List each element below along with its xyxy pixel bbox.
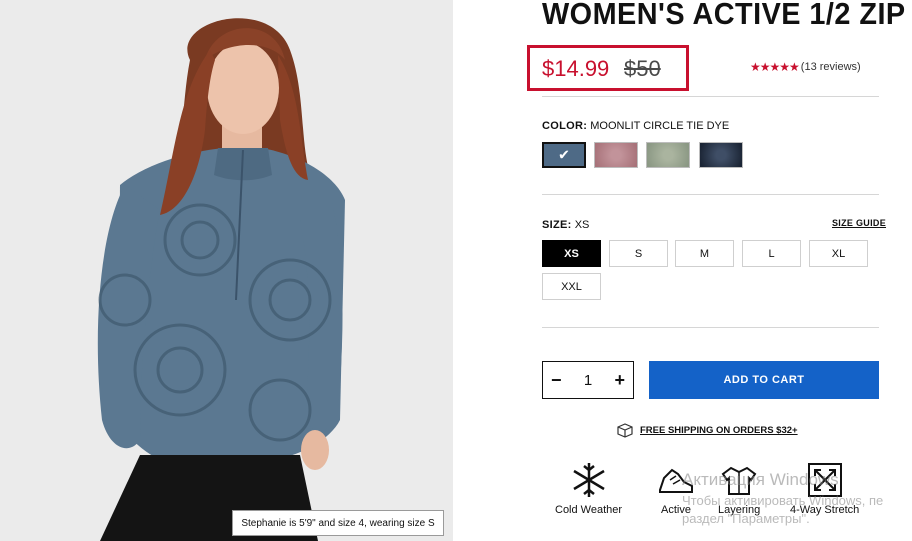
size-label-key: SIZE:	[542, 219, 572, 231]
original-price: $50	[624, 56, 661, 81]
feature-label: Layering	[718, 504, 761, 516]
feature-label: 4-Way Stretch	[790, 504, 860, 516]
size-option-s[interactable]: S	[609, 240, 668, 267]
product-title: WOMEN'S ACTIVE 1/2 ZIP	[542, 0, 906, 31]
check-icon: ✔	[558, 146, 570, 163]
jacket-icon	[721, 466, 757, 495]
snowflake-icon	[572, 463, 605, 497]
feature-label: Active	[661, 504, 691, 516]
size-value: XS	[574, 219, 590, 231]
color-swatch-2[interactable]	[594, 142, 638, 168]
feature-cold-weather: Cold Weather	[555, 460, 622, 516]
quantity-value[interactable]: 1	[584, 372, 592, 389]
free-shipping-link[interactable]: FREE SHIPPING ON ORDERS $32+	[616, 422, 798, 438]
color-value: MOONLIT CIRCLE TIE DYE	[590, 120, 730, 132]
model-photo	[97, 18, 345, 541]
sale-price: $14.99	[542, 56, 610, 81]
feature-4-way-stretch: 4-Way Stretch	[790, 460, 859, 516]
color-label: COLOR: MOONLIT CIRCLE TIE DYE	[542, 120, 729, 132]
color-swatch-moonlit-circle-tie-dye[interactable]: ✔	[542, 142, 586, 168]
add-to-cart-button[interactable]: ADD TO CART	[649, 361, 879, 399]
review-count-link[interactable]: (13 reviews)	[801, 61, 861, 73]
size-option-xxl[interactable]: XXL	[542, 273, 601, 300]
product-image[interactable]: Stephanie is 5'9" and size 4, wearing si…	[0, 0, 453, 541]
running-shoe-icon	[659, 468, 693, 493]
feature-layering: Layering	[718, 460, 760, 516]
color-swatch-3[interactable]	[646, 142, 690, 168]
model-size-caption: Stephanie is 5'9" and size 4, wearing si…	[232, 510, 444, 536]
star-rating-icon: ★★★★★	[750, 60, 800, 74]
feature-active: Active	[656, 460, 696, 516]
divider	[542, 194, 879, 195]
divider	[542, 96, 879, 97]
decrease-quantity-button[interactable]: −	[551, 370, 562, 391]
package-icon	[617, 423, 633, 438]
color-swatch-4[interactable]	[699, 142, 743, 168]
size-option-xs[interactable]: XS	[542, 240, 601, 267]
size-guide-link[interactable]: SIZE GUIDE	[832, 218, 886, 228]
rating-summary[interactable]: ★★★★★ (13 reviews)	[750, 60, 861, 74]
divider	[542, 327, 879, 328]
size-option-m[interactable]: M	[675, 240, 734, 267]
size-label: SIZE: XS	[542, 219, 589, 231]
color-label-key: COLOR:	[542, 120, 588, 132]
free-shipping-label[interactable]: FREE SHIPPING ON ORDERS $32+	[640, 425, 798, 436]
increase-quantity-button[interactable]: +	[614, 370, 625, 391]
stretch-arrows-icon	[807, 463, 842, 497]
quantity-stepper[interactable]: − 1 +	[542, 361, 634, 399]
feature-label: Cold Weather	[555, 504, 623, 516]
size-option-l[interactable]: L	[742, 240, 801, 267]
size-option-xl[interactable]: XL	[809, 240, 868, 267]
